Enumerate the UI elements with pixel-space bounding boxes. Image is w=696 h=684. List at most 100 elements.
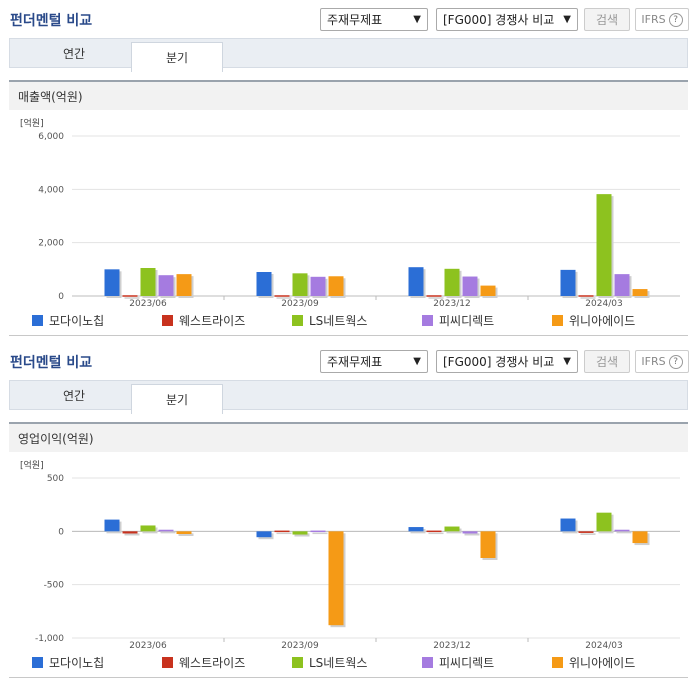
bar: [104, 269, 120, 296]
bar: [292, 273, 308, 296]
y-tick-label: 2,000: [38, 239, 64, 249]
bar: [292, 531, 308, 535]
section-title: 영업이익(억원): [9, 422, 688, 452]
bar: [176, 274, 192, 296]
bar: [444, 526, 460, 532]
legend-item[interactable]: 위니아에이드: [552, 312, 682, 328]
bar: [614, 529, 630, 532]
fundamental-panel-operating-profit: 펀더멘털 비교 주재무제표 ▼ [FG000] 경쟁사 비교 ▼ 검색 IFRS…: [0, 342, 696, 684]
legend-swatch: [162, 314, 173, 326]
bar: [426, 530, 442, 533]
legend-item[interactable]: 모다이노칩: [32, 654, 162, 670]
legend-item[interactable]: 웨스트라이즈: [162, 654, 292, 670]
divider: [9, 677, 688, 678]
bar: [328, 531, 344, 626]
bar: [632, 289, 648, 296]
bar: [578, 531, 594, 533]
x-tick-label: 2023/12: [433, 641, 470, 651]
legend-label: LS네트웍스: [309, 655, 368, 670]
x-tick-label: 2023/09: [281, 641, 319, 651]
bar: [444, 268, 460, 296]
legend-label: 모다이노칩: [49, 655, 105, 670]
bar: [560, 269, 576, 296]
bar: [274, 295, 290, 297]
bar: [176, 531, 192, 534]
search-button[interactable]: 검색: [584, 8, 630, 31]
legend-label: LS네트웍스: [309, 313, 368, 328]
tab-annual[interactable]: 연간: [22, 381, 126, 410]
legend-item[interactable]: 피씨디렉트: [422, 654, 552, 670]
panel-title: 펀더멘털 비교: [10, 13, 93, 29]
y-axis-unit: [억원]: [20, 117, 44, 129]
legend-item[interactable]: 위니아에이드: [552, 654, 682, 670]
report-type-value: 주재무제표: [327, 355, 383, 369]
y-tick-label: 0: [58, 292, 64, 302]
report-type-select[interactable]: 주재무제표 ▼: [320, 8, 428, 31]
bar-shadow: [160, 531, 176, 534]
bar: [328, 276, 344, 296]
compare-select[interactable]: [FG000] 경쟁사 비교 ▼: [436, 8, 578, 31]
chevron-down-icon: ▼: [413, 356, 421, 367]
legend-item[interactable]: 웨스트라이즈: [162, 312, 292, 328]
ifrs-label: IFRS: [641, 355, 666, 368]
y-tick-label: 500: [47, 474, 64, 484]
legend-label: 모다이노칩: [49, 313, 105, 328]
panel-title: 펀더멘털 비교: [10, 355, 93, 371]
legend-label: 위니아에이드: [569, 313, 636, 328]
legend-swatch: [162, 656, 173, 668]
panel-header: 펀더멘털 비교 주재무제표 ▼ [FG000] 경쟁사 비교 ▼ 검색 IFRS…: [0, 342, 696, 378]
legend-swatch: [292, 656, 303, 668]
operating-profit-bar-chart: [억원] -1,000 -500 0 500 2023/06 2023/09 2023/12 2…: [20, 459, 680, 651]
ifrs-help-button[interactable]: IFRS ?: [635, 8, 689, 31]
bar: [122, 531, 138, 534]
bar-shadow: [616, 531, 632, 534]
bar: [596, 194, 612, 296]
period-tabs: 연간 분기: [9, 38, 688, 72]
ifrs-help-button[interactable]: IFRS ?: [635, 350, 689, 373]
legend-item[interactable]: 피씨디렉트: [422, 312, 552, 328]
fundamental-panel-revenue: 펀더멘털 비교 주재무제표 ▼ [FG000] 경쟁사 비교 ▼ 검색 IFRS…: [0, 0, 696, 342]
bar: [560, 518, 576, 532]
x-tick-label: 2023/06: [129, 641, 167, 651]
period-tabs: 연간 분기: [9, 380, 688, 414]
bar: [632, 531, 648, 544]
x-tick-label: 2023/06: [129, 299, 167, 309]
bar-shadow: [312, 532, 328, 535]
legend-swatch: [552, 314, 563, 326]
bar: [140, 525, 156, 532]
help-circle-icon: ?: [668, 354, 683, 369]
bar: [480, 285, 496, 296]
tab-annual[interactable]: 연간: [22, 39, 126, 68]
tab-quarterly[interactable]: 분기: [131, 384, 223, 414]
y-tick-label: 4,000: [38, 185, 64, 195]
bar: [408, 267, 424, 296]
x-tick-label: 2023/09: [281, 299, 319, 309]
search-button[interactable]: 검색: [584, 350, 630, 373]
legend-item[interactable]: LS네트웍스: [292, 312, 422, 328]
legend-swatch: [292, 314, 303, 326]
bar: [256, 531, 272, 538]
chevron-down-icon: ▼: [563, 356, 571, 367]
y-tick-label: 0: [58, 527, 64, 537]
y-tick-label: -500: [44, 581, 65, 591]
bar-shadow: [464, 533, 480, 536]
tab-quarterly[interactable]: 분기: [131, 42, 223, 72]
legend-swatch: [32, 314, 43, 326]
bar: [158, 529, 174, 532]
legend-label: 피씨디렉트: [439, 655, 495, 670]
report-type-select[interactable]: 주재무제표 ▼: [320, 350, 428, 373]
bar-shadow: [428, 532, 444, 535]
legend-item[interactable]: LS네트웍스: [292, 654, 422, 670]
bar: [274, 530, 290, 533]
legend-swatch: [32, 656, 43, 668]
bar-shadow: [276, 532, 292, 535]
legend-swatch: [422, 314, 433, 326]
legend-swatch: [422, 656, 433, 668]
bar: [426, 295, 442, 297]
y-tick-label: -1,000: [35, 634, 64, 644]
bar: [578, 295, 594, 297]
report-type-value: 주재무제표: [327, 13, 383, 27]
compare-select[interactable]: [FG000] 경쟁사 비교 ▼: [436, 350, 578, 373]
legend-item[interactable]: 모다이노칩: [32, 312, 162, 328]
y-axis-unit: [억원]: [20, 459, 44, 471]
